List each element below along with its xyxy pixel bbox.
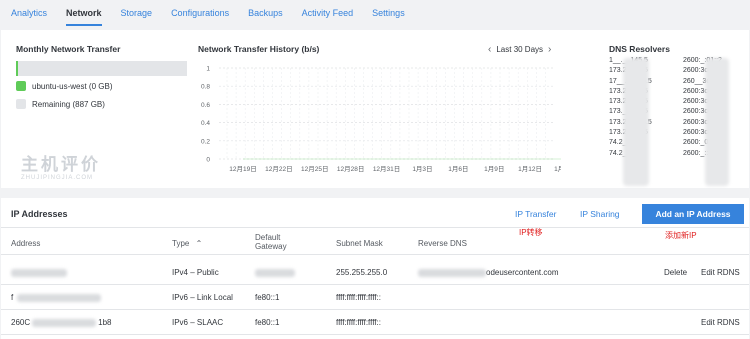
tab-bar: Analytics Network Storage Configurations… [0, 0, 750, 26]
x-tick-label: 12月22日 [265, 165, 292, 173]
chevron-right-icon[interactable]: › [548, 44, 551, 55]
ip-address-text: f [11, 293, 14, 302]
watermark-sub: ZHUJIPINGJIA.COM [21, 175, 94, 181]
tab-storage[interactable]: Storage [121, 0, 153, 26]
redaction-blur [418, 268, 486, 277]
legend-used: ubuntu-us-west (0 GB) [16, 81, 112, 91]
x-tick-label: 1月15日 [554, 165, 561, 173]
x-tick-label: 1月3日 [412, 165, 432, 173]
tab-activity-feed[interactable]: Activity Feed [302, 0, 354, 26]
ip-addresses-card: IP Addresses IP Transfer IP Sharing Add … [1, 198, 749, 339]
legend-used-label: ubuntu-us-west (0 GB) [32, 81, 113, 91]
tab-settings[interactable]: Settings [372, 0, 405, 26]
add-ip-address-button[interactable]: Add an IP Address [642, 204, 744, 224]
monthly-transfer-title: Monthly Network Transfer [16, 44, 121, 54]
delete-button[interactable]: Delete [664, 268, 687, 277]
watermark-main: 主机评价 [21, 155, 101, 174]
ip-address-cell [11, 268, 67, 277]
watermark: 主机评价 ZHUJIPINGJIA.COM [21, 156, 101, 181]
transfer-history-title: Network Transfer History (b/s) [198, 44, 320, 54]
subnet-cell: ffff:ffff:ffff:ffff:: [336, 318, 381, 327]
redaction-blur [705, 58, 729, 186]
legend-remaining-swatch [16, 99, 26, 109]
column-address: Address [11, 239, 41, 248]
tab-network[interactable]: Network [66, 0, 102, 26]
ip-type-cell: IPv6 – SLAAC [172, 318, 224, 327]
rdns-text: odeusercontent.com [486, 268, 559, 277]
redaction-blur [11, 268, 67, 277]
x-tick-label: 1月12日 [518, 165, 542, 173]
transfer-history-chart: 0 0.2 0.4 0.6 0.8 1 12月19日 12月22日 12月25日 12月28日 12… [201, 66, 561, 173]
column-type-label: Type [172, 239, 190, 248]
y-tick-label: 1 [206, 66, 210, 73]
gateway-cell [255, 268, 295, 277]
ip-address-cell: f [11, 293, 102, 302]
table-row: 260C 1b8 IPv6 – SLAAC fe80::1 ffff:ffff:f… [1, 310, 749, 335]
column-subnet-mask: Subnet Mask [336, 239, 383, 248]
x-tick-label: 1月9日 [484, 165, 504, 173]
x-tick-label: 12月28日 [337, 165, 364, 173]
x-tick-label: 12月25日 [301, 165, 328, 173]
ip-transfer-link[interactable]: IP Transfer [515, 209, 556, 219]
network-summary-card: Monthly Network Transfer ubuntu-us-west … [1, 30, 749, 188]
redaction-blur [623, 58, 649, 186]
rdns-cell: odeusercontent.com [418, 268, 559, 277]
tab-backups[interactable]: Backups [248, 0, 283, 26]
tab-configurations[interactable]: Configurations [171, 0, 229, 26]
column-gateway-line2: Gateway [255, 242, 287, 251]
subnet-cell: ffff:ffff:ffff:ffff:: [336, 293, 381, 302]
redaction-blur [17, 293, 102, 302]
gateway-cell: fe80::1 [255, 318, 280, 327]
ip-sharing-link[interactable]: IP Sharing [580, 209, 620, 219]
transfer-usage-fill [16, 61, 19, 76]
y-tick-label: 0.4 [201, 120, 210, 127]
edit-rdns-button[interactable]: Edit RDNS [701, 318, 740, 327]
table-row: IPv4 – Public 255.255.255.0 odeuserconte… [1, 260, 749, 285]
ip-addresses-title: IP Addresses [11, 209, 68, 219]
chevron-left-icon[interactable]: ‹ [488, 44, 491, 55]
tab-analytics[interactable]: Analytics [11, 0, 47, 26]
column-gateway-line1: Default [255, 233, 281, 242]
legend-remaining-label: Remaining (887 GB) [32, 99, 105, 109]
ip-address-text: 260C [11, 318, 31, 327]
dns-resolvers-title: DNS Resolvers [609, 44, 670, 54]
ip-type-cell: IPv4 – Public [172, 268, 219, 277]
ip-table-header: Address Type ⌃ Default Gateway Subnet Ma… [1, 227, 749, 255]
y-tick-label: 0.2 [201, 138, 210, 145]
date-range-label: Last 30 Days [496, 45, 544, 54]
gateway-cell: fe80::1 [255, 293, 280, 302]
x-tick-label: 12月31日 [373, 165, 400, 173]
legend-remaining: Remaining (887 GB) [16, 99, 105, 109]
y-tick-label: 0.6 [201, 102, 210, 109]
column-type[interactable]: Type ⌃ [172, 239, 202, 248]
y-tick-label: 0 [206, 157, 210, 164]
ip-address-cell: 260C 1b8 [11, 318, 111, 327]
edit-rdns-button[interactable]: Edit RDNS [701, 268, 740, 277]
ip-type-cell: IPv6 – Link Local [172, 293, 233, 302]
table-row: f IPv6 – Link Local fe80::1 ffff:ffff:ff… [1, 285, 749, 310]
chevron-up-icon: ⌃ [195, 239, 203, 248]
column-default-gateway: Default Gateway [255, 233, 287, 251]
legend-used-swatch [16, 81, 26, 91]
x-tick-label: 1月6日 [448, 165, 468, 173]
redaction-blur [255, 268, 295, 277]
date-range-picker: ‹ Last 30 Days › [483, 44, 556, 55]
transfer-usage-bar [16, 61, 187, 76]
y-tick-label: 0.8 [201, 84, 210, 91]
x-tick-label: 12月19日 [229, 165, 256, 173]
ip-address-tail: 1b8 [98, 318, 112, 327]
column-reverse-dns: Reverse DNS [418, 239, 467, 248]
subnet-cell: 255.255.255.0 [336, 268, 388, 277]
redaction-blur [32, 318, 97, 327]
